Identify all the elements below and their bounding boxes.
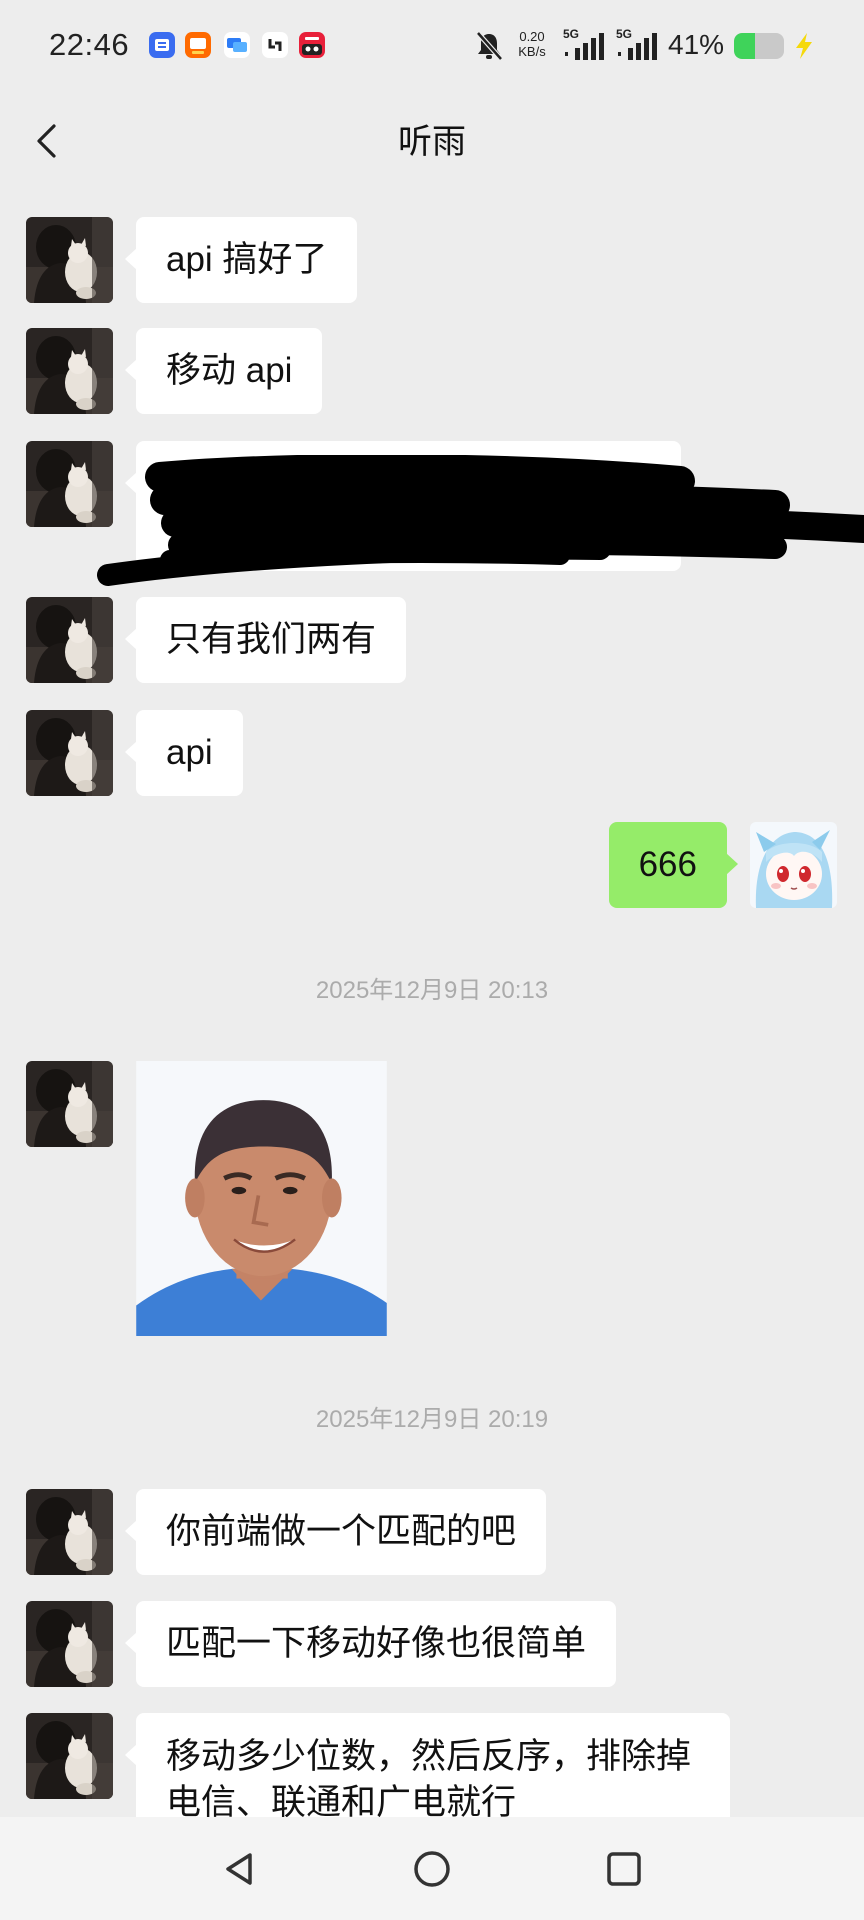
battery-percent: 41% [668,29,725,60]
link-app-icon [262,32,288,58]
battery-level-fill [734,33,755,59]
friend-avatar[interactable] [26,1489,113,1575]
chat-title: 听雨 [398,123,466,161]
message-bubble[interactable]: 只有我们两有 [124,597,407,683]
friend-avatar[interactable] [26,328,113,414]
outgoing-message-bubble[interactable]: 666 [608,822,739,908]
signal-2: 5G [616,28,662,62]
network-speed-value: 0.20 [519,29,545,44]
system-nav-bar [0,1817,864,1920]
status-time: 22:46 [49,27,130,62]
message-bubble[interactable]: 移动 api [124,328,323,414]
chat-header: 听雨 [0,92,864,192]
message-bubble[interactable]: 匹配一下移动好像也很简单 [124,1601,617,1687]
chat-timestamp: 2025年12月9日 20:19 [315,1406,549,1433]
redaction-scribble [97,455,864,586]
image-message[interactable] [136,1061,387,1336]
message-bubble[interactable]: 你前端做一个匹配的吧 [124,1489,547,1575]
chat-timestamp: 2025年12月9日 20:13 [315,977,549,1004]
tieba-icon [149,32,175,58]
friend-avatar[interactable] [26,1713,113,1799]
friend-avatar[interactable] [26,217,113,303]
signal-bars-icon [565,33,604,60]
status-bar: 22:46 0.20 KB/s 5G 5G 41% [0,0,864,92]
bell-muted-icon [474,30,504,62]
nav-home-button[interactable] [410,1847,454,1891]
home-circle-icon [414,1851,450,1887]
message-app-icon [224,32,250,58]
friend-avatar[interactable] [26,597,113,683]
friend-avatar[interactable] [26,1061,113,1147]
recent-apps-square-icon [607,1852,641,1886]
friend-avatar[interactable] [26,1601,113,1687]
signal-1: 5G [563,28,609,62]
tmall-icon [299,32,325,58]
message-bubble[interactable]: api 搞好了 [124,217,358,303]
nav-recent-button[interactable] [602,1847,646,1891]
back-triangle-icon [226,1853,252,1885]
portrait-photo [136,1061,387,1336]
signal-bars-icon [618,33,657,60]
nav-back-button[interactable] [218,1847,262,1891]
battery-icon [734,33,784,59]
friend-avatar[interactable] [26,710,113,796]
network-speed: 0.20 KB/s [513,29,551,59]
my-avatar[interactable] [750,822,837,908]
lightning-icon [792,32,816,60]
taobao-icon [185,32,211,58]
network-speed-unit: KB/s [518,44,546,59]
message-bubble[interactable]: api [125,710,243,796]
